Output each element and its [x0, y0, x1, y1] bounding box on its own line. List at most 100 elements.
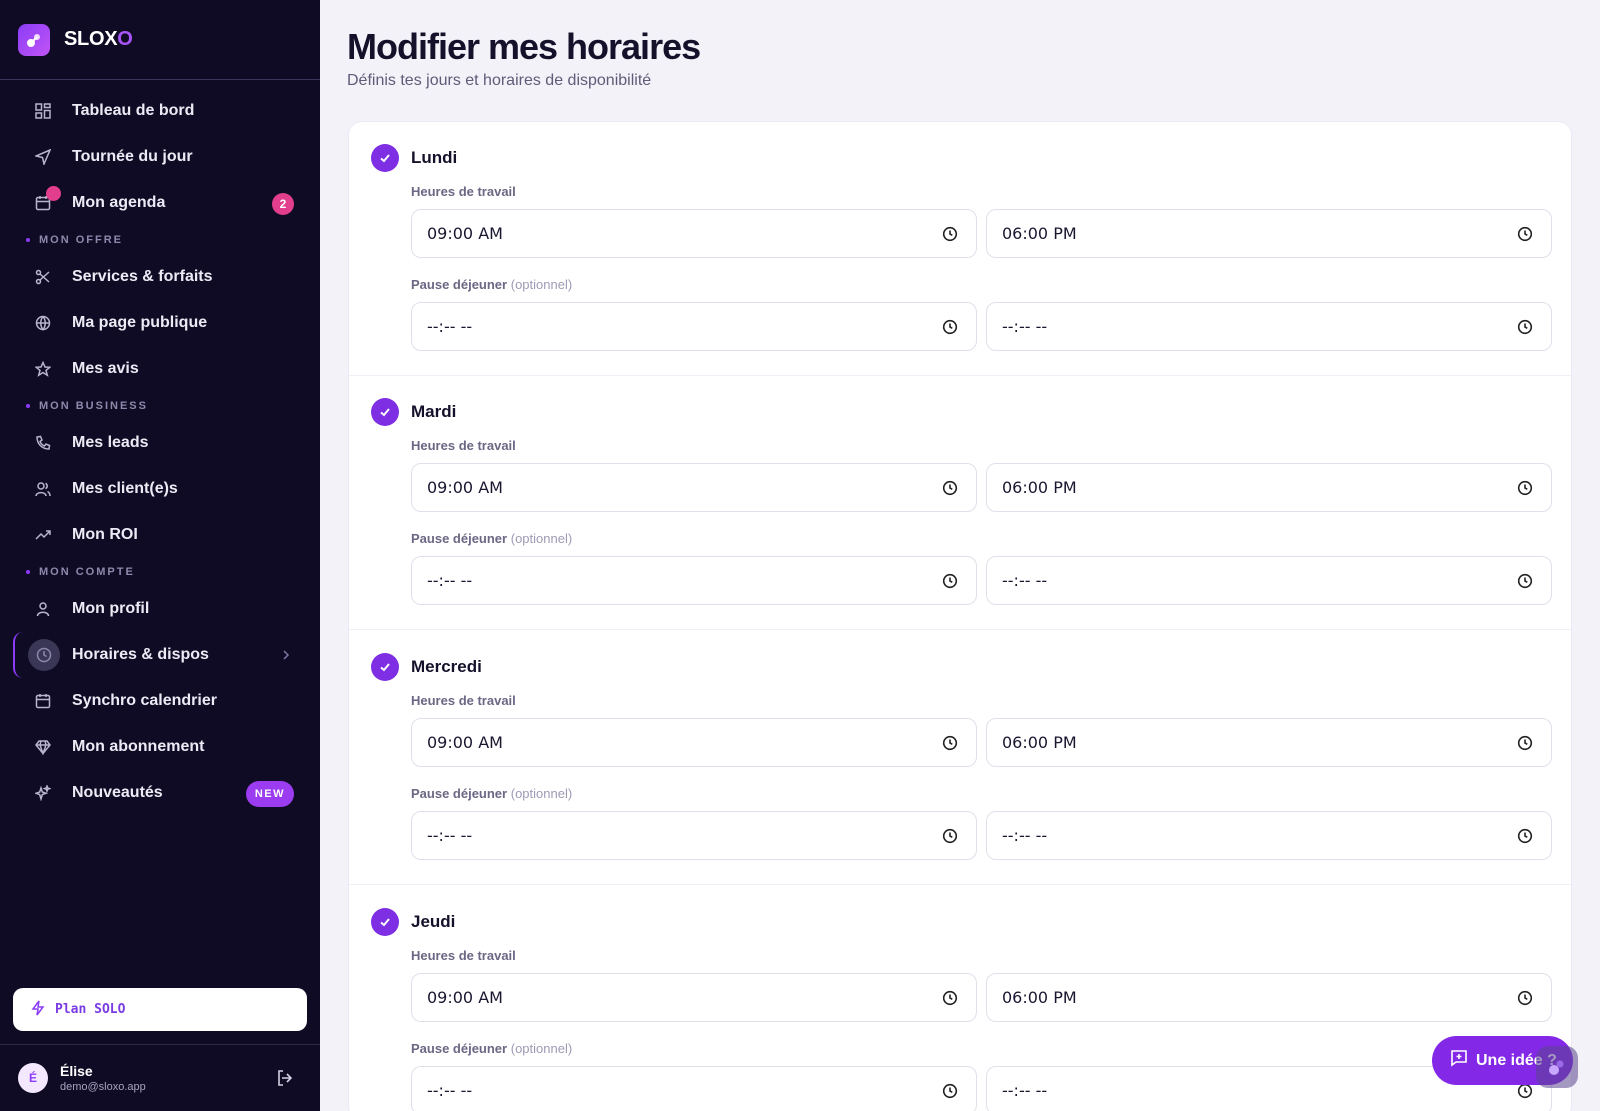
check-icon[interactable] — [371, 398, 399, 426]
work-hours-label: Heures de travail — [411, 948, 516, 963]
day-name: Mercredi — [411, 657, 482, 676]
work-end-input[interactable]: 06:00 PM — [986, 718, 1552, 767]
lunch-label: Pause déjeuner (optionnel) — [411, 786, 573, 801]
lunch-label: Pause déjeuner (optionnel) — [411, 1041, 573, 1056]
lunch-start-input[interactable]: --:-- -- — [411, 1066, 977, 1111]
main-content: Modifier mes horaires Définis tes jours … — [320, 0, 1600, 1111]
clock-icon — [1517, 573, 1533, 593]
sidebar-item-tournee[interactable]: Tournée du jour — [0, 134, 320, 180]
section-mon-business: MON BUSINESS — [0, 392, 320, 420]
count-badge: 2 — [272, 193, 294, 215]
clock-icon — [1517, 990, 1533, 1010]
clock-icon — [942, 990, 958, 1010]
sidebar: SLOXO Tableau de bord Tournée du jour Mo… — [0, 0, 320, 1111]
plan-label: Plan SOLO — [55, 1002, 126, 1017]
lunch-start-input[interactable]: --:-- -- — [411, 302, 977, 351]
user-icon — [34, 600, 52, 618]
sidebar-item-synchro[interactable]: Synchro calendrier — [0, 678, 320, 724]
sidebar-item-label: Mon agenda — [72, 194, 166, 211]
assistant-icon[interactable] — [1536, 1046, 1578, 1088]
work-start-input[interactable]: 09:00 AM — [411, 973, 977, 1022]
scissors-icon — [34, 268, 52, 286]
sidebar-item-label: Synchro calendrier — [72, 692, 217, 709]
calendar-icon — [34, 692, 52, 710]
sidebar-item-nouveautes[interactable]: Nouveautés NEW — [0, 770, 320, 816]
chevron-right-icon — [282, 647, 290, 665]
clock-icon — [942, 226, 958, 246]
avatar[interactable]: É — [18, 1063, 48, 1093]
day-header: Mercredi — [371, 653, 482, 681]
lunch-end-input[interactable]: --:-- -- — [986, 811, 1552, 860]
logo-icon — [18, 23, 50, 56]
sidebar-item-abonnement[interactable]: Mon abonnement — [0, 724, 320, 770]
sidebar-item-page-publique[interactable]: Ma page publique — [0, 300, 320, 346]
sparkles-icon — [34, 784, 52, 802]
lunch-start-input[interactable]: --:-- -- — [411, 556, 977, 605]
work-hours-label: Heures de travail — [411, 693, 516, 708]
work-start-input[interactable]: 09:00 AM — [411, 209, 977, 258]
users-icon — [34, 480, 52, 498]
clock-icon — [942, 735, 958, 755]
section-mon-compte: MON COMPTE — [0, 558, 320, 586]
globe-icon — [34, 314, 52, 332]
sidebar-item-roi[interactable]: Mon ROI — [0, 512, 320, 558]
sidebar-item-avis[interactable]: Mes avis — [0, 346, 320, 392]
new-badge: NEW — [245, 781, 294, 807]
sidebar-item-horaires[interactable]: Horaires & dispos — [13, 632, 320, 678]
check-icon[interactable] — [371, 908, 399, 936]
brand-name: SLOXO — [64, 28, 133, 50]
lunch-end-input[interactable]: --:-- -- — [986, 556, 1552, 605]
schedule-card: Lundi Heures de travail 09:00 AM 06:00 P… — [348, 121, 1572, 1111]
plan-button[interactable]: Plan SOLO — [13, 988, 307, 1031]
day-block: Jeudi Heures de travail 09:00 AM 06:00 P… — [349, 886, 1571, 1111]
work-hours-label: Heures de travail — [411, 438, 516, 453]
sidebar-item-label: Horaires & dispos — [72, 646, 209, 663]
sidebar-item-profil[interactable]: Mon profil — [0, 586, 320, 632]
sidebar-item-label: Tournée du jour — [72, 148, 193, 165]
lunch-start-input[interactable]: --:-- -- — [411, 811, 977, 860]
day-name: Mardi — [411, 402, 457, 421]
work-start-input[interactable]: 09:00 AM — [411, 718, 977, 767]
lightning-icon — [31, 1000, 45, 1020]
check-icon[interactable] — [371, 653, 399, 681]
work-end-input[interactable]: 06:00 PM — [986, 463, 1552, 512]
lunch-end-input[interactable]: --:-- -- — [986, 302, 1552, 351]
diamond-icon — [34, 738, 52, 756]
star-icon — [34, 360, 52, 378]
sidebar-item-services[interactable]: Services & forfaits — [0, 254, 320, 300]
check-icon[interactable] — [371, 144, 399, 172]
day-name: Jeudi — [411, 912, 456, 931]
user-info: Élise demo@sloxo.app — [60, 1063, 146, 1093]
user-name: Élise — [60, 1063, 93, 1079]
sidebar-item-clients[interactable]: Mes client(e)s — [0, 466, 320, 512]
clock-icon — [942, 480, 958, 500]
clock-icon — [1517, 828, 1533, 848]
day-block: Lundi Heures de travail 09:00 AM 06:00 P… — [349, 122, 1571, 376]
day-name: Lundi — [411, 148, 458, 167]
page-subtitle: Définis tes jours et horaires de disponi… — [347, 72, 652, 89]
brand[interactable]: SLOXO — [0, 0, 320, 80]
page-title: Modifier mes horaires — [347, 26, 701, 67]
sidebar-item-label: Nouveautés — [72, 784, 163, 801]
clock-icon — [942, 319, 958, 339]
user-bar: É Élise demo@sloxo.app — [0, 1044, 320, 1111]
work-end-input[interactable]: 06:00 PM — [986, 209, 1552, 258]
logout-icon[interactable] — [276, 1069, 294, 1092]
sidebar-item-agenda[interactable]: Mon agenda 2 — [0, 180, 320, 226]
sidebar-item-dashboard[interactable]: Tableau de bord — [0, 88, 320, 134]
sidebar-item-label: Mes client(e)s — [72, 480, 178, 497]
day-header: Jeudi — [371, 908, 455, 936]
sidebar-item-label: Mon profil — [72, 600, 150, 617]
sidebar-item-label: Ma page publique — [72, 314, 208, 331]
clock-icon — [1517, 1083, 1533, 1103]
sidebar-nav: Tableau de bord Tournée du jour Mon agen… — [0, 80, 320, 816]
sidebar-item-leads[interactable]: Mes leads — [0, 420, 320, 466]
phone-icon — [34, 434, 52, 452]
work-start-input[interactable]: 09:00 AM — [411, 463, 977, 512]
sidebar-item-label: Mes avis — [72, 360, 139, 377]
clock-icon — [1517, 480, 1533, 500]
notification-dot — [46, 186, 61, 201]
sidebar-item-label: Mes leads — [72, 434, 149, 451]
work-end-input[interactable]: 06:00 PM — [986, 973, 1552, 1022]
clock-icon — [1517, 319, 1533, 339]
